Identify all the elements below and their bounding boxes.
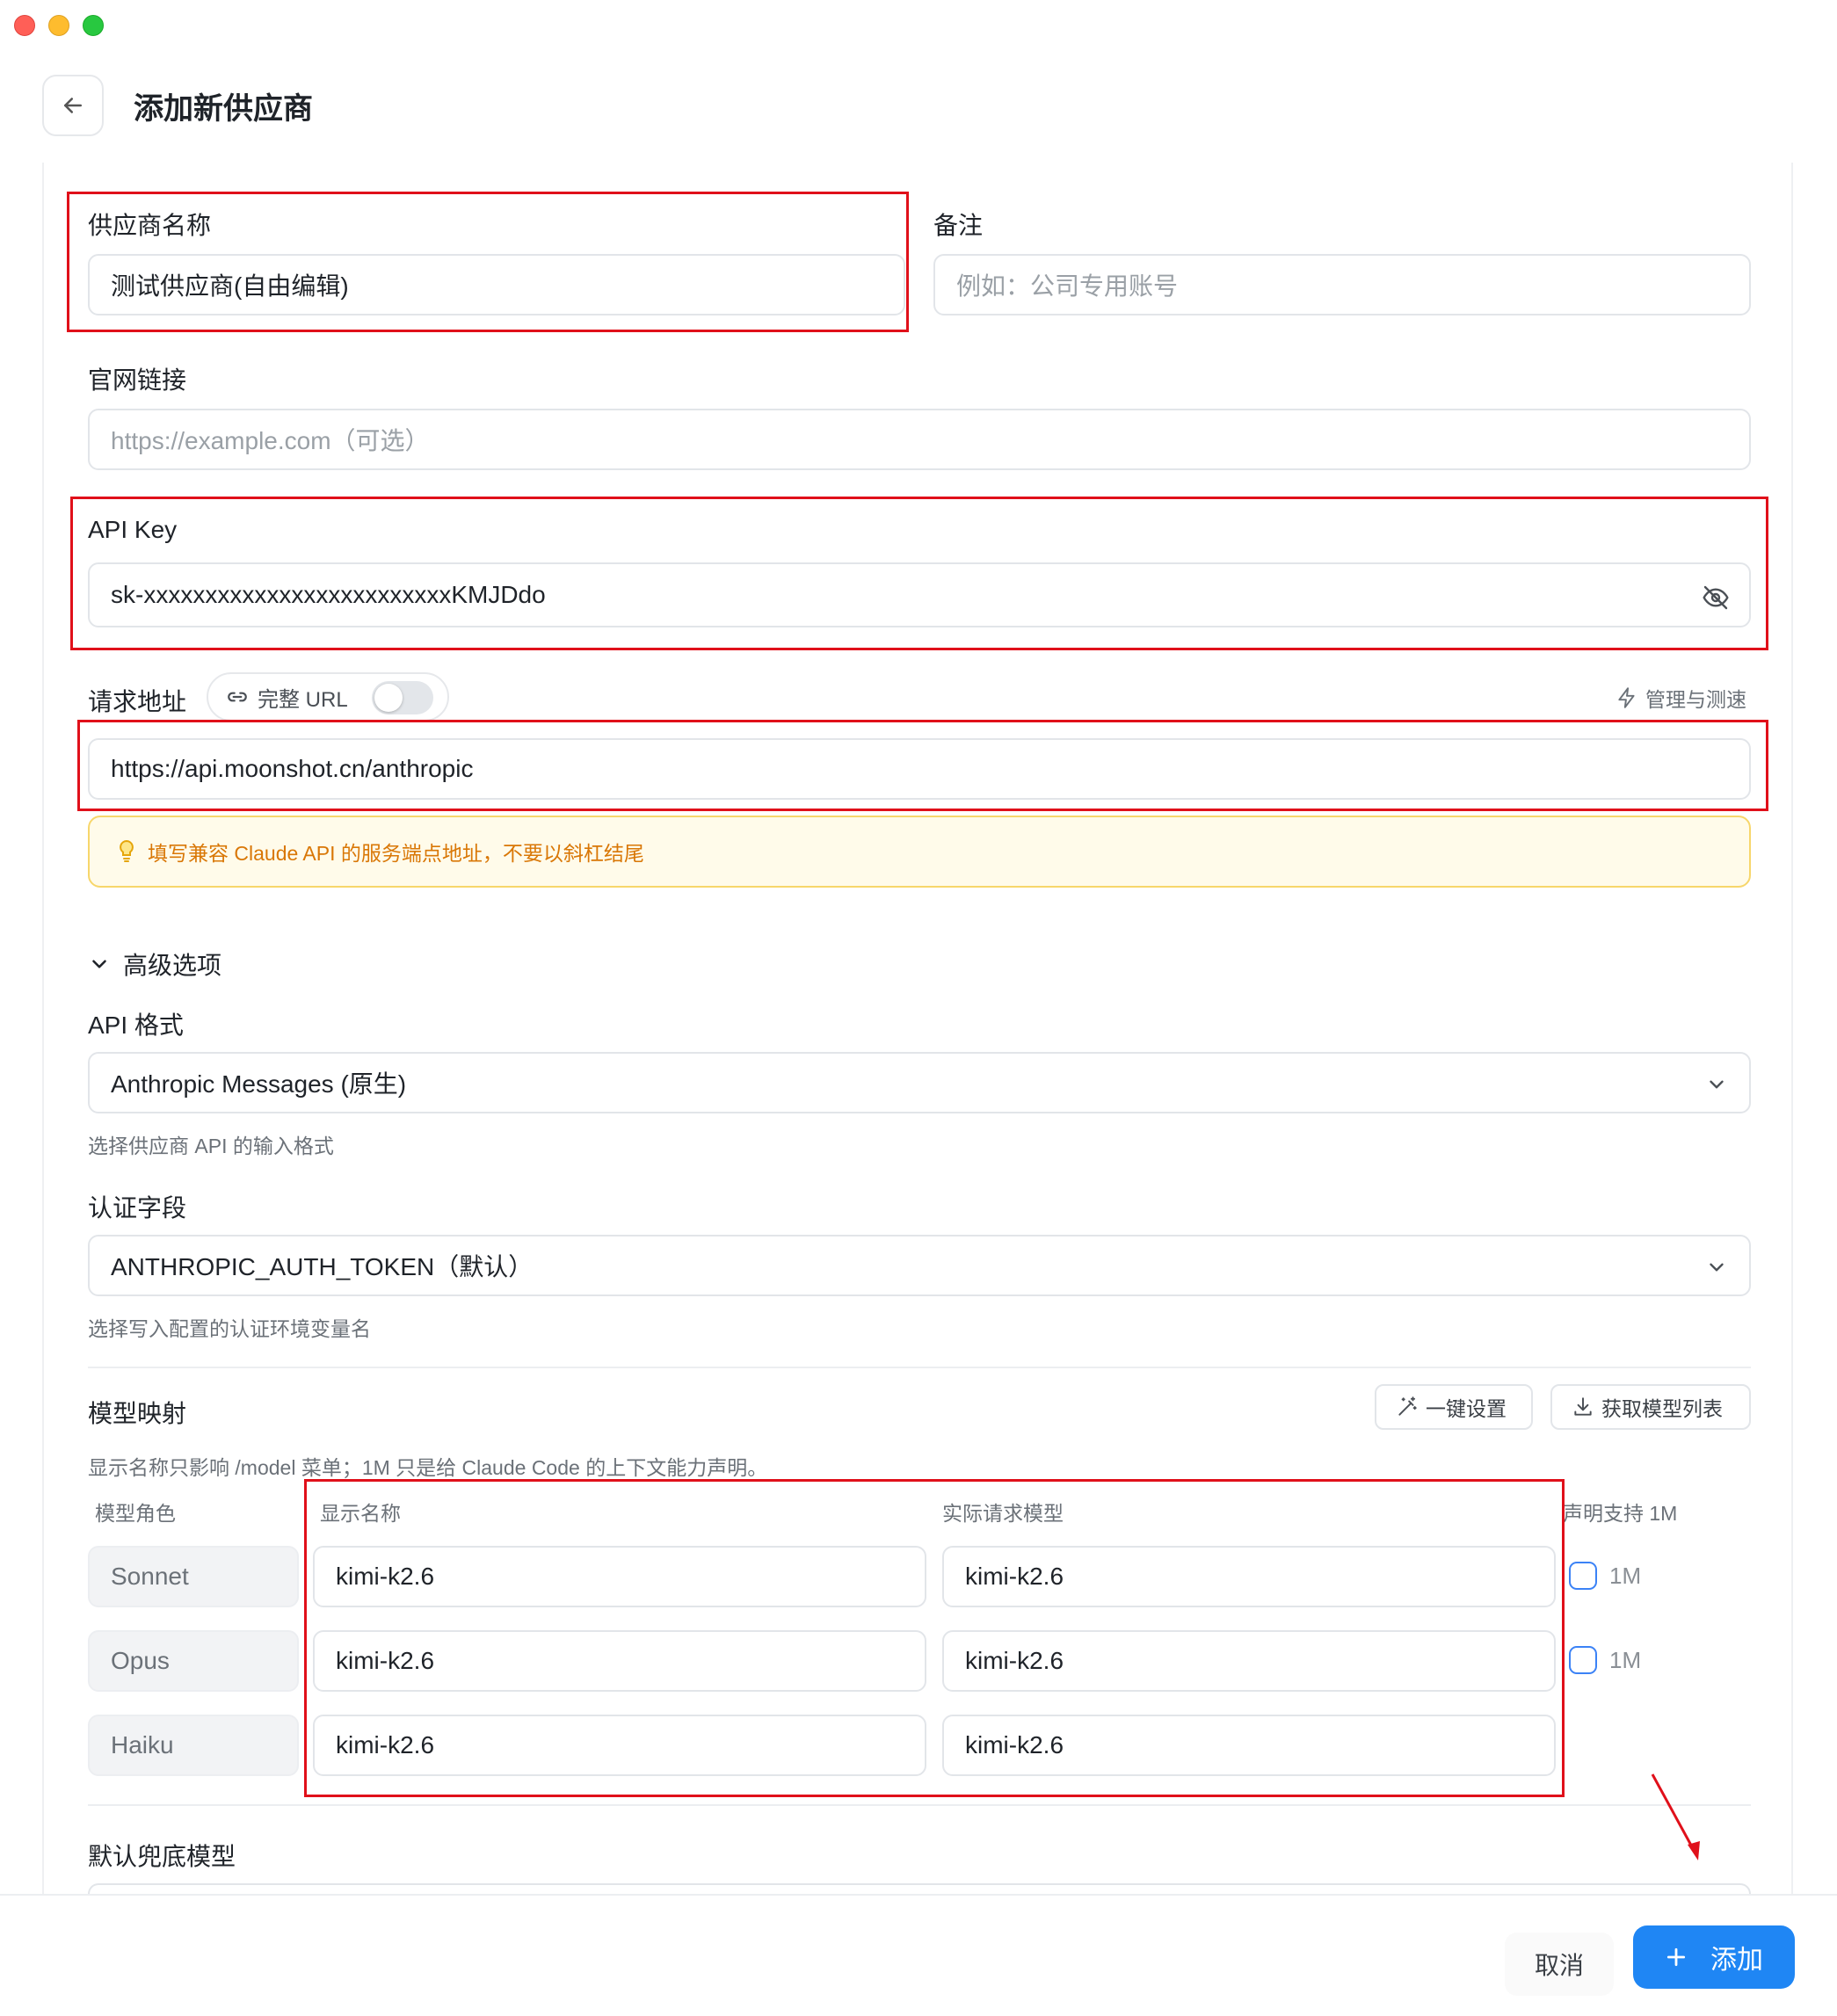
api-format-label: API 格式 [88,1012,184,1039]
magic-wand-icon [1398,1396,1417,1416]
actual-model-value: kimi-k2.6 [965,1563,1064,1590]
lightbulb-icon [120,839,134,862]
role-opus: Opus [88,1630,299,1692]
display-name-value: kimi-k2.6 [336,1731,435,1759]
column-header-role: 模型角色 [95,1502,176,1525]
website-input[interactable]: https://example.com（可选） [88,409,1751,470]
window-controls [14,15,104,36]
full-url-switch[interactable] [372,681,433,714]
column-header-actual: 实际请求模型 [942,1502,1064,1525]
endpoint-tip: 填写兼容 Claude API 的服务端点地址，不要以斜杠结尾 [88,816,1751,888]
api-format-helper: 选择供应商 API 的输入格式 [88,1135,334,1157]
provider-name-value: 测试供应商(自由编辑) [111,272,349,300]
section-divider [88,1367,1751,1368]
actual-model-input[interactable]: kimi-k2.6 [942,1546,1556,1607]
download-icon [1574,1397,1592,1416]
chevron-down-icon [92,960,106,968]
manage-speedtest-link[interactable]: 管理与测速 [1616,683,1746,713]
api-key-input[interactable]: sk-xxxxxxxxxxxxxxxxxxxxxxxxxKMJDdo [88,562,1751,627]
one-click-setup-button[interactable]: 一键设置 [1375,1384,1533,1430]
actual-model-input[interactable]: kimi-k2.6 [942,1715,1556,1776]
display-name-value: kimi-k2.6 [336,1563,435,1590]
note-label: 备注 [933,212,984,239]
role-label: Sonnet [111,1563,189,1590]
advanced-options-label: 高级选项 [123,952,222,979]
fetch-model-list-label: 获取模型列表 [1601,1397,1723,1420]
switch-knob [374,684,403,712]
eye-off-icon[interactable] [1702,584,1730,612]
endpoint-input[interactable]: https://api.moonshot.cn/anthropic [88,738,1751,800]
add-button-label: 添加 [1710,1946,1763,1975]
close-window-button[interactable] [14,15,35,36]
back-arrow-icon [64,98,82,113]
lightning-icon [1618,687,1635,708]
one-click-setup-label: 一键设置 [1426,1397,1507,1420]
role-label: Opus [111,1647,170,1674]
manage-speedtest-label: 管理与测速 [1645,688,1746,711]
website-placeholder: https://example.com（可选） [111,427,430,454]
plus-icon [1666,1947,1686,1967]
role-label: Haiku [111,1731,174,1759]
actual-model-value: kimi-k2.6 [965,1731,1064,1759]
auth-field-helper: 选择写入配置的认证环境变量名 [88,1317,371,1340]
declare-1m-sonnet[interactable]: 1M [1569,1562,1641,1590]
declare-1m-checkbox[interactable] [1569,1562,1597,1590]
actual-model-value: kimi-k2.6 [965,1647,1064,1674]
full-url-label: 完整 URL [258,687,348,712]
declare-1m-label: 1M [1609,1646,1642,1673]
fallback-model-label: 默认兜底模型 [88,1843,236,1870]
endpoint-label: 请求地址 [88,688,187,715]
api-key-label: API Key [88,516,178,543]
minimize-window-button[interactable] [48,15,69,36]
chevron-down-icon [1710,1080,1724,1089]
fetch-model-list-button[interactable]: 获取模型列表 [1550,1384,1751,1430]
api-format-value: Anthropic Messages (原生) [111,1070,407,1098]
api-key-value: sk-xxxxxxxxxxxxxxxxxxxxxxxxxKMJDdo [111,581,546,608]
display-name-value: kimi-k2.6 [336,1647,435,1674]
column-header-declare: 声明支持 1M [1563,1502,1678,1525]
provider-name-input[interactable]: 测试供应商(自由编辑) [88,254,905,315]
cancel-button[interactable]: 取消 [1505,1933,1614,1996]
provider-name-label: 供应商名称 [88,212,212,239]
chevron-down-icon [1710,1263,1724,1272]
declare-1m-label: 1M [1609,1562,1642,1589]
auth-field-select[interactable]: ANTHROPIC_AUTH_TOKEN（默认） [88,1235,1751,1296]
note-placeholder: 例如：公司专用账号 [956,272,1179,300]
advanced-options-toggle[interactable]: 高级选项 [88,946,221,982]
app-window: 添加新供应商 供应商名称 测试供应商(自由编辑) 备注 例如：公司专用账号 官网… [0,0,1837,2016]
declare-1m-checkbox[interactable] [1569,1646,1597,1674]
link-icon [228,692,247,702]
model-mapping-description: 显示名称只影响 /model 菜单；1M 只是给 Claude Code 的上下… [88,1456,768,1479]
footer-bar: 取消 添加 [0,1894,1837,2016]
back-button[interactable] [42,75,104,136]
add-button[interactable]: 添加 [1633,1925,1795,1989]
declare-1m-opus[interactable]: 1M [1569,1646,1641,1674]
form-content: 供应商名称 测试供应商(自由编辑) 备注 例如：公司专用账号 官网链接 http… [42,163,1793,1918]
maximize-window-button[interactable] [83,15,104,36]
column-header-display: 显示名称 [320,1502,401,1525]
role-haiku: Haiku [88,1715,299,1776]
note-input[interactable]: 例如：公司专用账号 [933,254,1751,315]
page: 添加新供应商 供应商名称 测试供应商(自由编辑) 备注 例如：公司专用账号 官网… [0,0,1837,2016]
endpoint-tip-text: 填写兼容 Claude API 的服务端点地址，不要以斜杠结尾 [148,842,644,865]
display-name-input[interactable]: kimi-k2.6 [313,1630,926,1692]
annotation-arrow-icon [1651,1773,1700,1860]
display-name-input[interactable]: kimi-k2.6 [313,1546,926,1607]
page-title: 添加新供应商 [134,92,313,126]
role-sonnet: Sonnet [88,1546,299,1607]
section-divider [88,1804,1751,1806]
endpoint-value: https://api.moonshot.cn/anthropic [111,755,474,782]
actual-model-input[interactable]: kimi-k2.6 [942,1630,1556,1692]
auth-field-value: ANTHROPIC_AUTH_TOKEN（默认） [111,1253,534,1280]
model-mapping-title: 模型映射 [88,1400,187,1427]
full-url-toggle[interactable]: 完整 URL [207,672,449,722]
website-label: 官网链接 [88,366,187,394]
api-format-select[interactable]: Anthropic Messages (原生) [88,1052,1751,1113]
display-name-input[interactable]: kimi-k2.6 [313,1715,926,1776]
auth-field-label: 认证字段 [88,1194,187,1222]
